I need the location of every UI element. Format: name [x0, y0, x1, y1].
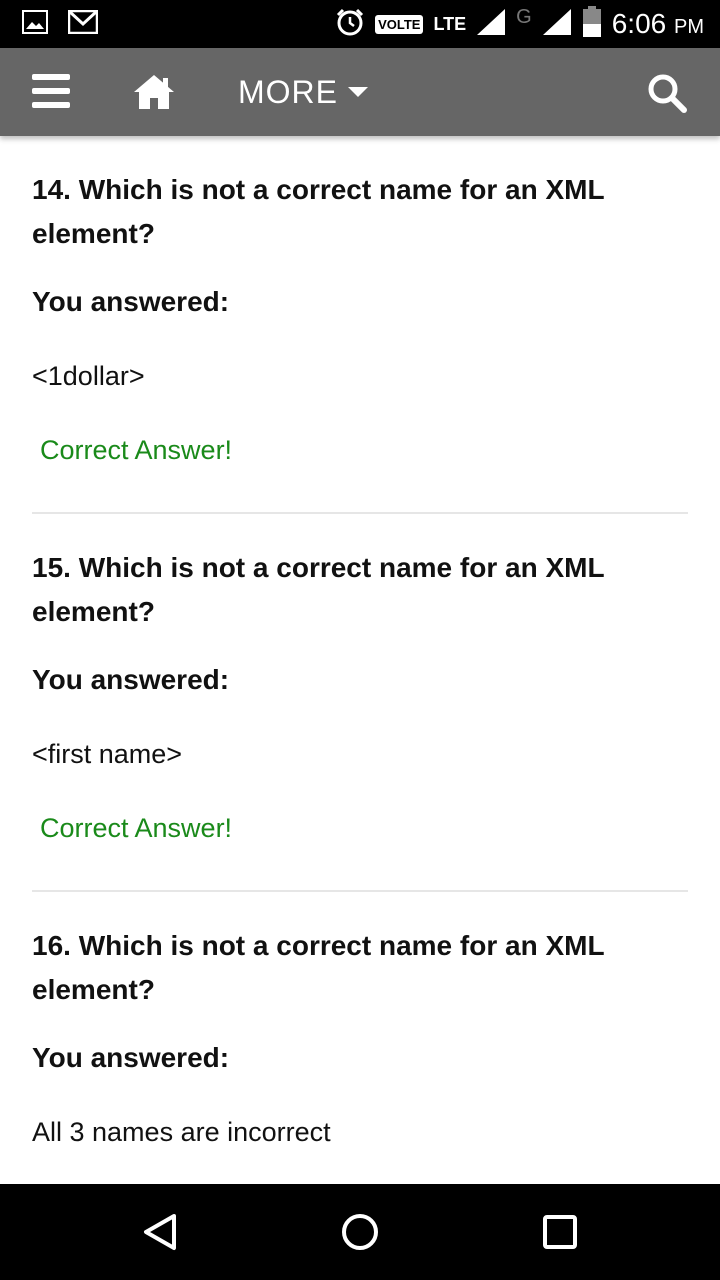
- caret-down-icon: [348, 87, 368, 97]
- g-network-label: G: [516, 5, 532, 28]
- user-answer: All 3 names are incorrect: [32, 1117, 331, 1147]
- system-nav-bar: [0, 1184, 720, 1280]
- back-icon[interactable]: [140, 1212, 180, 1257]
- alarm-icon: [335, 7, 365, 42]
- signal-icon: [476, 8, 506, 41]
- question-block: 14. Which is not a correct name for an X…: [32, 136, 688, 514]
- question-text: 16. Which is not a correct name for an X…: [32, 930, 605, 1005]
- home-icon[interactable]: [132, 72, 176, 112]
- more-dropdown-button[interactable]: MORE: [238, 70, 368, 114]
- you-answered-label: You answered:: [32, 286, 230, 317]
- status-bar: VOLTE LTE G 6:06 PM: [0, 0, 720, 48]
- quiz-results: 14. Which is not a correct name for an X…: [32, 136, 688, 1194]
- question-block: 15. Which is not a correct name for an X…: [32, 514, 688, 892]
- app-bar: MORE: [0, 48, 720, 136]
- question-block: 16. Which is not a correct name for an X…: [32, 892, 688, 1194]
- user-answer: <first name>: [32, 739, 183, 769]
- result-correct: Correct Answer!: [40, 813, 233, 843]
- volte-badge: VOLTE: [375, 14, 424, 34]
- user-answer: <1dollar>: [32, 361, 145, 391]
- you-answered-label: You answered:: [32, 664, 230, 695]
- home-circle-icon[interactable]: [340, 1212, 380, 1257]
- you-answered-label: You answered:: [32, 1042, 230, 1073]
- search-icon[interactable]: [646, 72, 688, 119]
- more-label: MORE: [238, 73, 338, 110]
- result-correct: Correct Answer!: [40, 435, 233, 465]
- battery-icon: [582, 5, 602, 43]
- gallery-notification-icon: [22, 10, 48, 39]
- gmail-icon: [67, 9, 99, 39]
- hamburger-menu-icon[interactable]: [32, 74, 70, 108]
- lte-label: LTE: [433, 14, 467, 34]
- clock: 6:06 PM: [612, 8, 704, 40]
- clock-ampm: PM: [674, 16, 704, 38]
- recents-icon[interactable]: [542, 1212, 578, 1257]
- clock-time: 6:06: [611, 8, 667, 39]
- signal-icon-2: [542, 8, 572, 41]
- question-text: 15. Which is not a correct name for an X…: [32, 552, 605, 627]
- question-text: 14. Which is not a correct name for an X…: [32, 174, 605, 249]
